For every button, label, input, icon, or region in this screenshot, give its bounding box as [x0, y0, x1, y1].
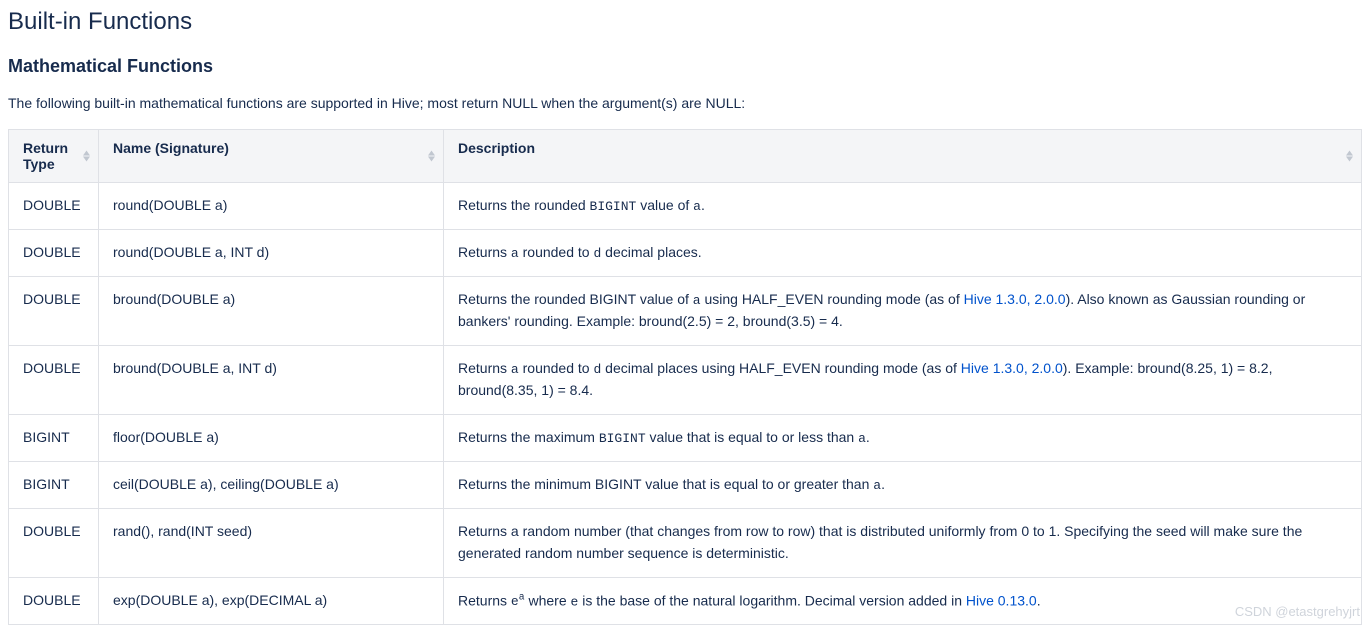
- inline-code: BIGINT: [590, 199, 637, 214]
- table-row: DOUBLErand(), rand(INT seed)Returns a ra…: [9, 509, 1362, 577]
- inline-code: BIGINT: [599, 431, 646, 446]
- page-title: Built-in Functions: [8, 8, 1362, 36]
- cell-return-type: DOUBLE: [9, 346, 99, 415]
- inline-code: a: [693, 293, 701, 308]
- header-description-label: Description: [458, 140, 535, 156]
- inline-code: a: [511, 362, 519, 377]
- section-title: Mathematical Functions: [8, 56, 1362, 77]
- table-row: BIGINTfloor(DOUBLE a)Returns the maximum…: [9, 414, 1362, 461]
- inline-code: d: [593, 246, 601, 261]
- table-header-row: Return Type Name (Signature) Description: [9, 130, 1362, 183]
- table-row: DOUBLEexp(DOUBLE a), exp(DECIMAL a)Retur…: [9, 577, 1362, 624]
- inline-code: d: [593, 362, 601, 377]
- cell-signature: bround(DOUBLE a): [99, 277, 444, 346]
- inline-code: ea: [511, 594, 525, 609]
- cell-return-type: BIGINT: [9, 414, 99, 461]
- cell-description: Returns a random number (that changes fr…: [444, 509, 1362, 577]
- cell-signature: exp(DOUBLE a), exp(DECIMAL a): [99, 577, 444, 624]
- table-row: DOUBLEbround(DOUBLE a, INT d)Returns a r…: [9, 346, 1362, 415]
- cell-signature: ceil(DOUBLE a), ceiling(DOUBLE a): [99, 462, 444, 509]
- header-name[interactable]: Name (Signature): [99, 130, 444, 183]
- cell-description: Returns the minimum BIGINT value that is…: [444, 462, 1362, 509]
- inline-code: a: [511, 246, 519, 261]
- inline-code: a: [858, 431, 866, 446]
- version-link[interactable]: Hive 1.3.0, 2.0.0: [964, 291, 1066, 307]
- sort-icon[interactable]: [83, 151, 90, 162]
- cell-signature: bround(DOUBLE a, INT d): [99, 346, 444, 415]
- cell-return-type: DOUBLE: [9, 509, 99, 577]
- table-body: DOUBLEround(DOUBLE a)Returns the rounded…: [9, 183, 1362, 625]
- sort-icon[interactable]: [428, 151, 435, 162]
- version-link[interactable]: Hive 1.3.0, 2.0.0: [961, 360, 1063, 376]
- cell-return-type: BIGINT: [9, 462, 99, 509]
- inline-code: e: [571, 594, 579, 609]
- table-row: DOUBLEround(DOUBLE a, INT d)Returns a ro…: [9, 230, 1362, 277]
- version-link[interactable]: Hive 0.13.0: [966, 592, 1037, 608]
- header-description[interactable]: Description: [444, 130, 1362, 183]
- inline-code: a: [873, 478, 881, 493]
- table-row: DOUBLEbround(DOUBLE a)Returns the rounde…: [9, 277, 1362, 346]
- cell-description: Returns ea where e is the base of the na…: [444, 577, 1362, 624]
- cell-return-type: DOUBLE: [9, 183, 99, 230]
- functions-table: Return Type Name (Signature) Description: [8, 129, 1362, 625]
- cell-description: Returns the rounded BIGINT value of a us…: [444, 277, 1362, 346]
- cell-description: Returns a rounded to d decimal places.: [444, 230, 1362, 277]
- cell-signature: round(DOUBLE a): [99, 183, 444, 230]
- table-row: BIGINTceil(DOUBLE a), ceiling(DOUBLE a)R…: [9, 462, 1362, 509]
- header-return-type-label: Return Type: [23, 140, 68, 172]
- cell-description: Returns the maximum BIGINT value that is…: [444, 414, 1362, 461]
- cell-return-type: DOUBLE: [9, 277, 99, 346]
- cell-return-type: DOUBLE: [9, 577, 99, 624]
- table-row: DOUBLEround(DOUBLE a)Returns the rounded…: [9, 183, 1362, 230]
- cell-description: Returns the rounded BIGINT value of a.: [444, 183, 1362, 230]
- cell-signature: round(DOUBLE a, INT d): [99, 230, 444, 277]
- header-return-type[interactable]: Return Type: [9, 130, 99, 183]
- cell-return-type: DOUBLE: [9, 230, 99, 277]
- cell-description: Returns a rounded to d decimal places us…: [444, 346, 1362, 415]
- inline-code: a: [693, 199, 701, 214]
- intro-text: The following built-in mathematical func…: [8, 95, 1362, 111]
- cell-signature: rand(), rand(INT seed): [99, 509, 444, 577]
- cell-signature: floor(DOUBLE a): [99, 414, 444, 461]
- header-name-label: Name (Signature): [113, 140, 229, 156]
- sort-icon[interactable]: [1346, 151, 1353, 162]
